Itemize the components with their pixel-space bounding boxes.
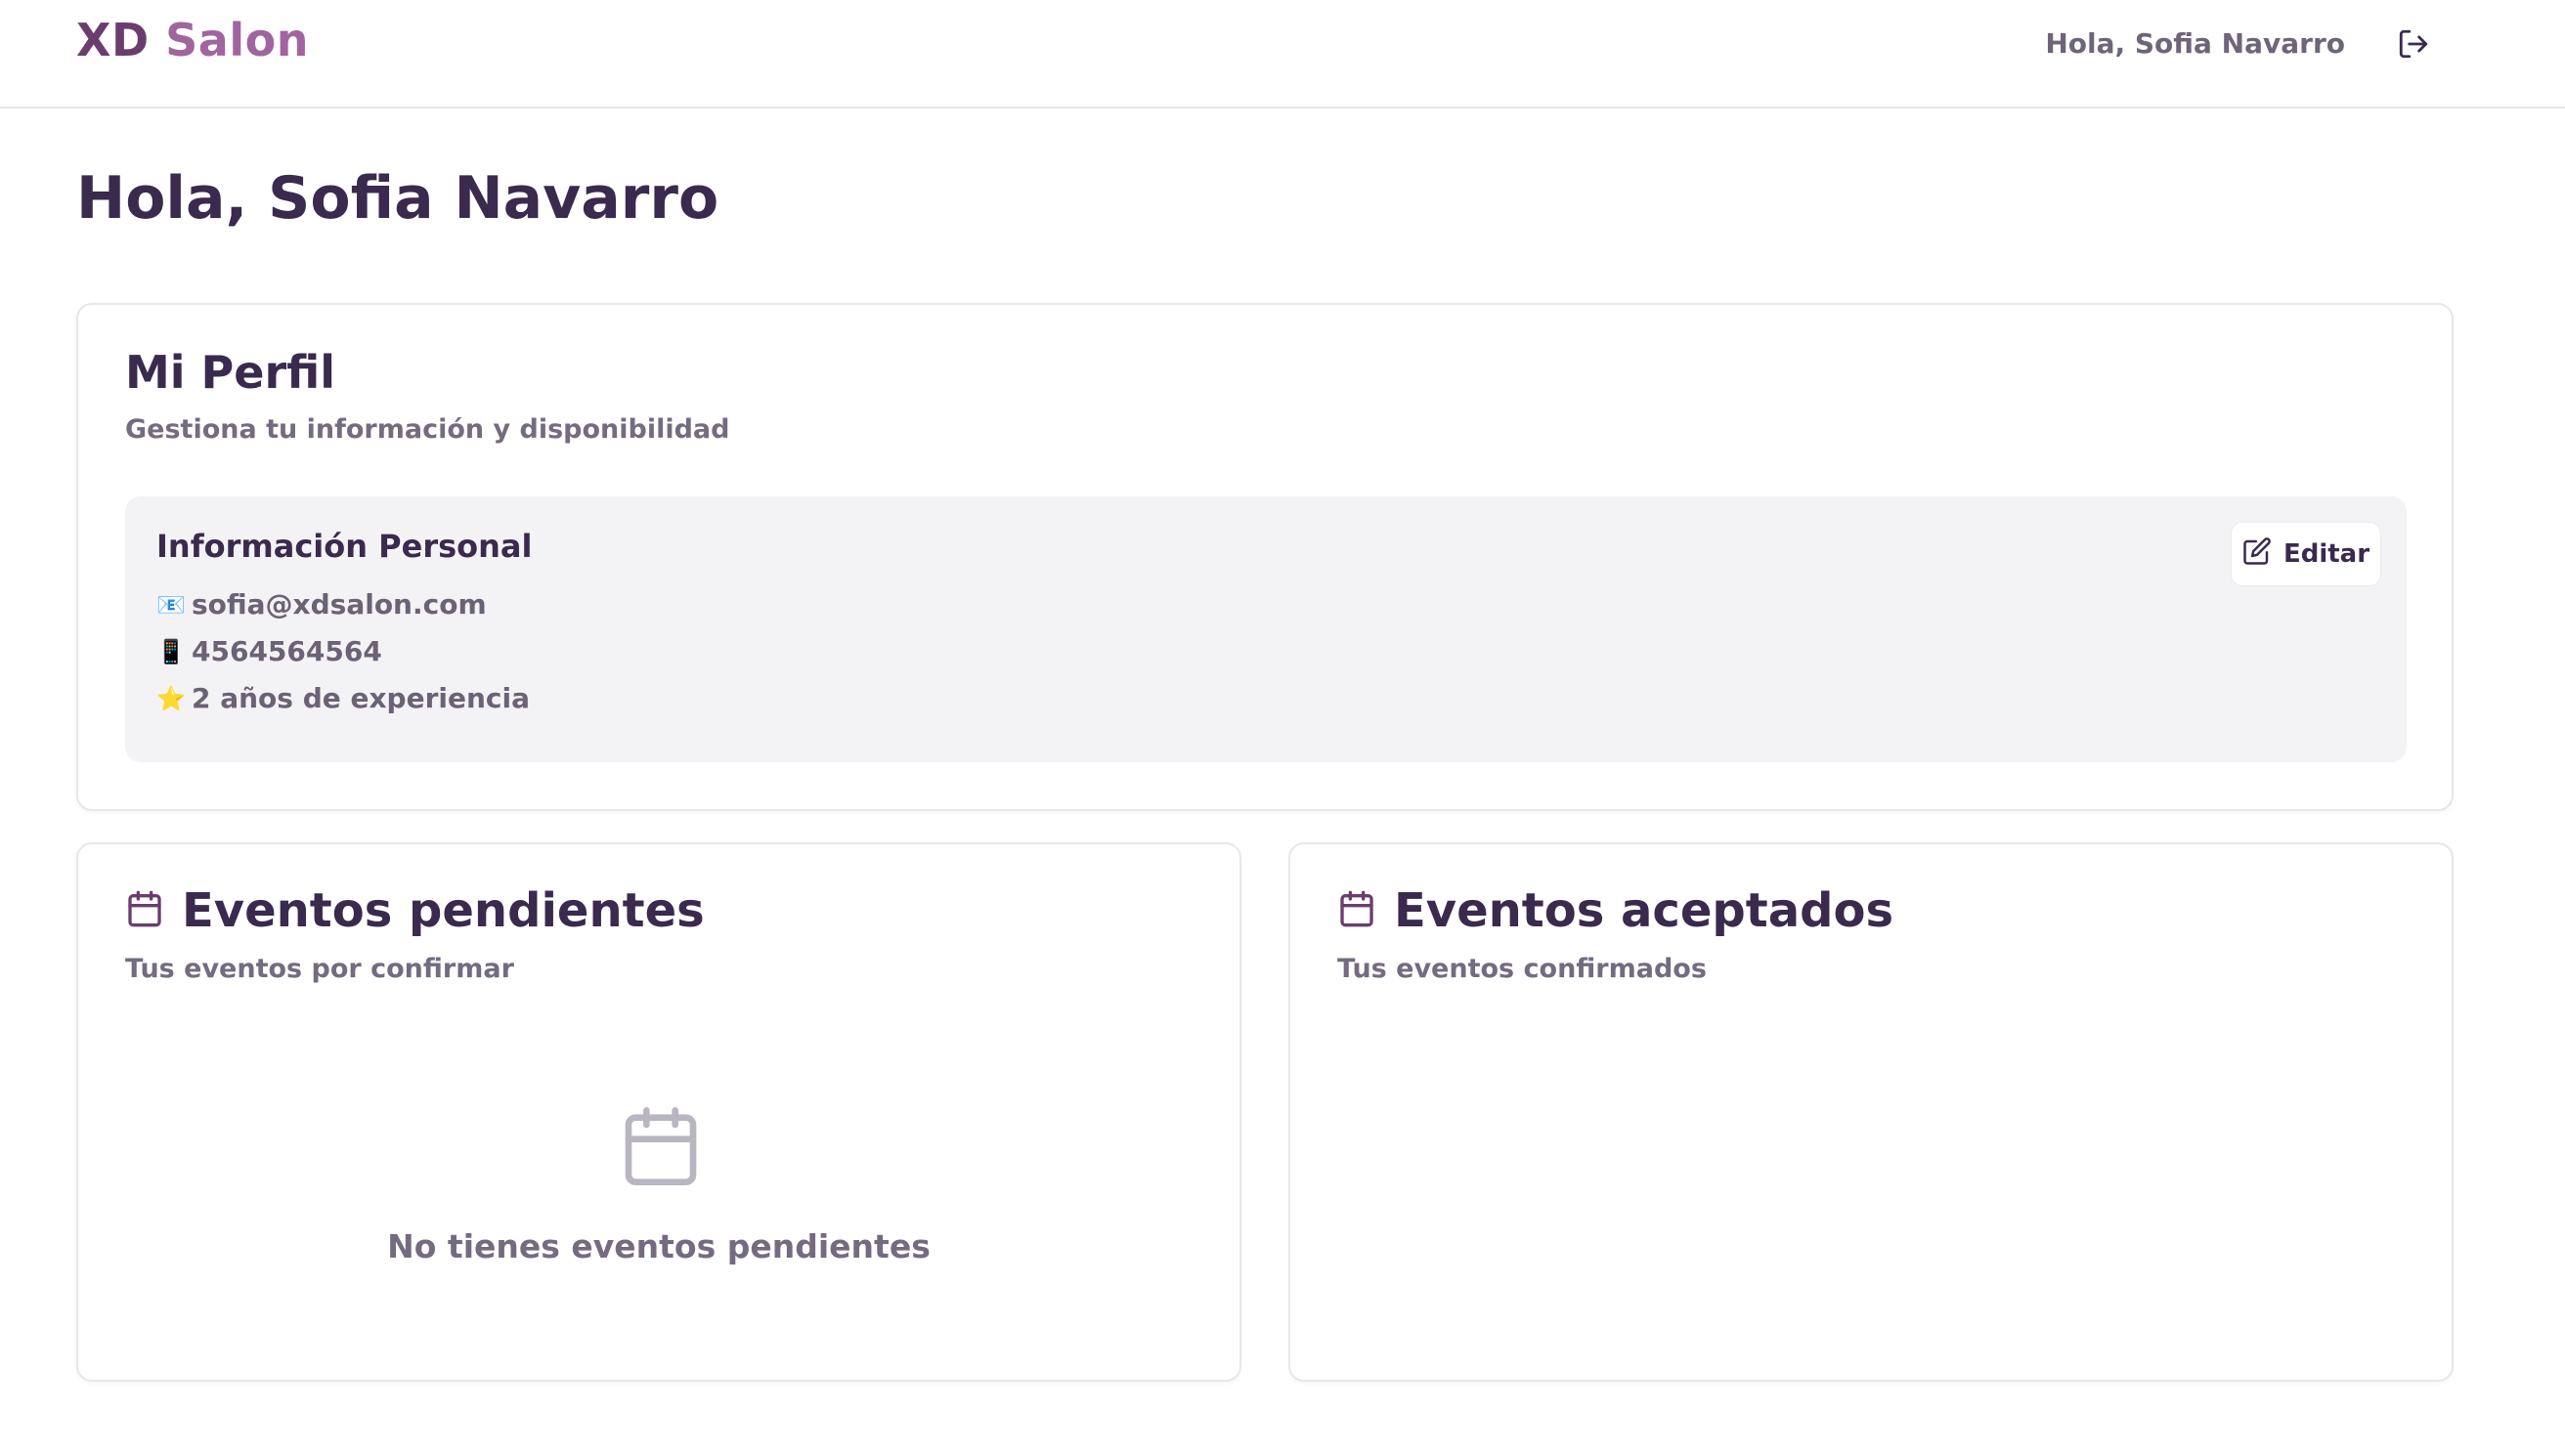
accepted-events-card: Eventos aceptados Tus eventos confirmado… bbox=[1288, 842, 2454, 1382]
pending-events-header: Eventos pendientes bbox=[125, 883, 705, 938]
star-icon: ⭐ bbox=[156, 684, 186, 712]
accepted-events-subtitle: Tus eventos confirmados bbox=[1337, 954, 1707, 984]
email-value: sofia@xdsalon.com bbox=[192, 588, 487, 621]
phone-row: 📱 4564564564 bbox=[156, 635, 382, 667]
email-row: 📧 sofia@xdsalon.com bbox=[156, 588, 487, 621]
phone-value: 4564564564 bbox=[192, 635, 382, 667]
top-navbar: XD Salon Hola, Sofia Navarro bbox=[0, 0, 2565, 108]
profile-title: Mi Perfil bbox=[125, 346, 336, 399]
email-icon: 📧 bbox=[156, 590, 186, 619]
edit-label: Editar bbox=[2282, 539, 2370, 569]
profile-subtitle: Gestiona tu información y disponibilidad bbox=[125, 414, 730, 445]
accepted-events-header: Eventos aceptados bbox=[1337, 883, 1893, 938]
empty-calendar-icon bbox=[618, 1102, 704, 1190]
pending-empty-message: No tienes eventos pendientes bbox=[387, 1227, 931, 1265]
pending-events-title: Eventos pendientes bbox=[182, 883, 705, 938]
personal-info-panel: Información Personal 📧 sofia@xdsalon.com… bbox=[125, 496, 2407, 762]
calendar-icon bbox=[125, 889, 164, 932]
profile-card: Mi Perfil Gestiona tu información y disp… bbox=[76, 303, 2454, 811]
pending-events-subtitle: Tus eventos por confirmar bbox=[125, 954, 514, 984]
experience-value: 2 años de experiencia bbox=[192, 682, 530, 714]
experience-row: ⭐ 2 años de experiencia bbox=[156, 682, 530, 714]
phone-icon: 📱 bbox=[156, 637, 186, 665]
brand-logo[interactable]: XD Salon bbox=[76, 14, 309, 66]
calendar-icon bbox=[1337, 889, 1376, 932]
page-title: Hola, Sofia Navarro bbox=[76, 164, 719, 233]
header-greeting: Hola, Sofia Navarro bbox=[2045, 27, 2345, 60]
brand-part2: Salon bbox=[149, 14, 309, 66]
edit-button[interactable]: Editar bbox=[2231, 522, 2381, 586]
pending-events-card: Eventos pendientes Tus eventos por confi… bbox=[76, 842, 1241, 1382]
edit-icon bbox=[2242, 536, 2272, 573]
logout-icon[interactable] bbox=[2397, 27, 2430, 61]
personal-info-title: Información Personal bbox=[156, 528, 533, 565]
accepted-events-title: Eventos aceptados bbox=[1394, 883, 1894, 938]
brand-part1: XD bbox=[76, 14, 150, 66]
